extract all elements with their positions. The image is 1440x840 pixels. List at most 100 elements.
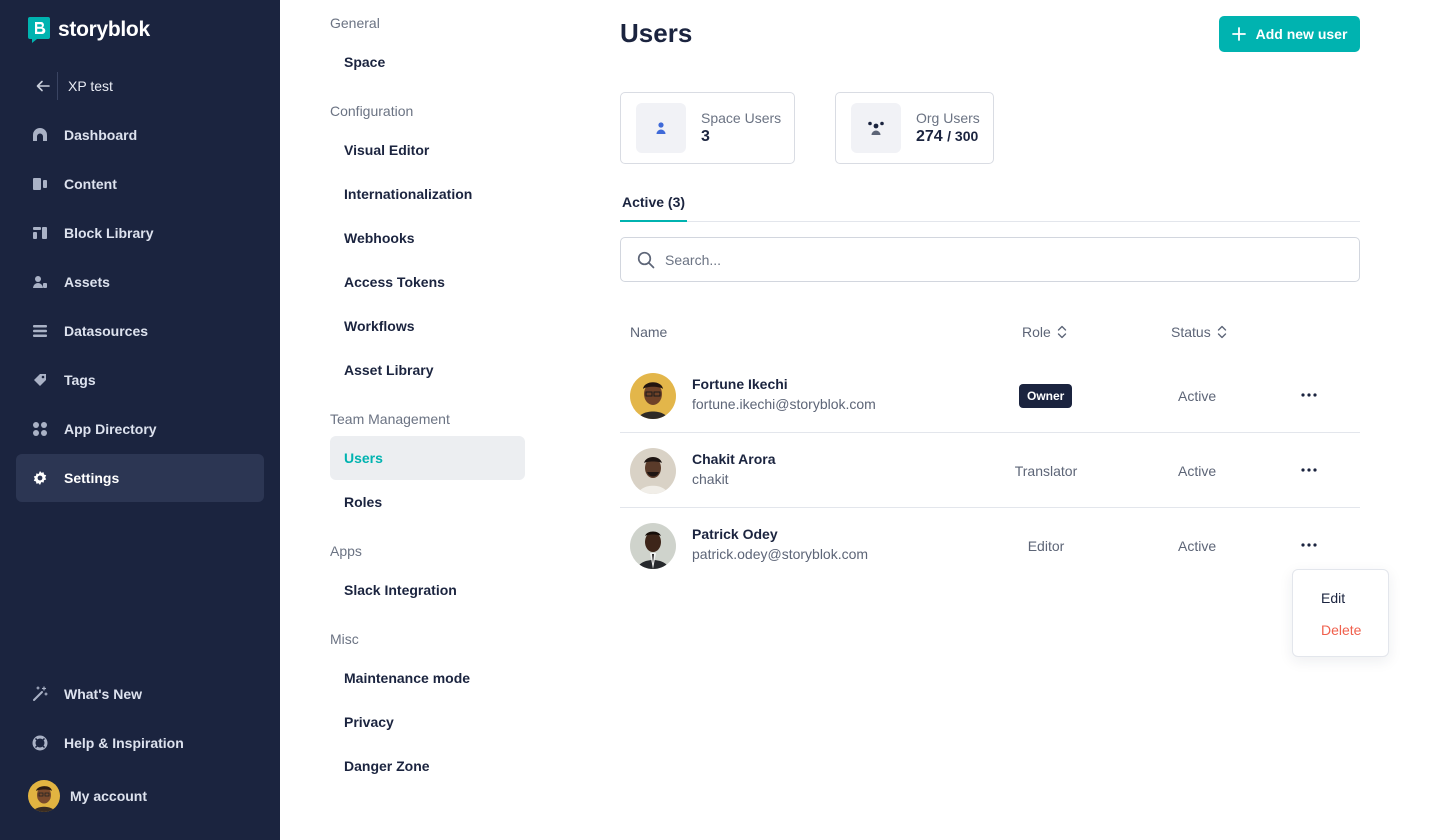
arrow-left-icon [36, 80, 50, 92]
org-users-count: 274 [916, 128, 943, 145]
column-header-status[interactable]: Status [1171, 324, 1227, 340]
user-status: Active [1178, 538, 1217, 554]
sidebar-item-label: App Directory [64, 421, 157, 437]
datasources-icon [32, 323, 48, 339]
settings-section-team-management: Team Management [330, 411, 450, 427]
page-title: Users [620, 18, 693, 48]
avatar [28, 780, 60, 812]
org-users-limit: / 300 [947, 128, 979, 144]
user-name: Patrick Odey [692, 526, 778, 542]
users-group-icon [851, 103, 901, 153]
column-header-role-label: Role [1022, 324, 1051, 340]
edit-menu-item[interactable]: Edit [1321, 590, 1345, 606]
plus-icon [1231, 27, 1246, 41]
row-actions-button[interactable] [1296, 382, 1322, 408]
user-status: Active [1178, 388, 1217, 404]
sidebar-item-datasources[interactable]: Datasources [16, 307, 264, 355]
user-icon [636, 103, 686, 153]
sidebar-item-label: Settings [64, 470, 120, 486]
settings-menu: General Space Configuration Visual Edito… [330, 0, 530, 840]
user-email: fortune.ikechi@storyblok.com [692, 396, 876, 412]
sidebar-item-whats-new[interactable]: What's New [16, 670, 264, 718]
settings-item-slack-integration[interactable]: Slack Integration [330, 568, 525, 612]
user-email: patrick.odey@storyblok.com [692, 546, 869, 562]
row-actions-menu: Edit Delete [1292, 569, 1389, 657]
sidebar-item-dashboard[interactable]: Dashboard [16, 111, 264, 159]
settings-item-roles[interactable]: Roles [330, 480, 525, 524]
brand-name: storyblok [58, 18, 150, 41]
sidebar-item-label: What's New [64, 686, 143, 702]
column-header-status-label: Status [1171, 324, 1211, 340]
sidebar-item-block-library[interactable]: Block Library [16, 209, 264, 257]
org-users-label: Org Users [916, 110, 980, 126]
sidebar-item-assets[interactable]: Assets [16, 258, 264, 306]
settings-item-asset-library[interactable]: Asset Library [330, 348, 525, 392]
user-status: Active [1178, 463, 1217, 479]
settings-item-privacy[interactable]: Privacy [330, 700, 525, 744]
sidebar-item-tags[interactable]: Tags [16, 356, 264, 404]
settings-item-webhooks[interactable]: Webhooks [330, 216, 525, 260]
magic-wand-icon [32, 686, 48, 702]
column-header-name-label: Name [630, 324, 668, 340]
sidebar-item-settings[interactable]: Settings [16, 454, 264, 502]
storyblok-logo[interactable]: storyblok [28, 17, 150, 43]
avatar [630, 373, 676, 419]
lifebuoy-icon [32, 735, 48, 751]
settings-item-access-tokens[interactable]: Access Tokens [330, 260, 525, 304]
dashboard-icon [32, 127, 48, 143]
column-header-name: Name [630, 324, 667, 340]
space-users-card: Space Users 3 [620, 92, 795, 164]
settings-section-configuration: Configuration [330, 103, 414, 119]
space-name: XP test [68, 78, 113, 94]
space-users-label: Space Users [701, 110, 782, 126]
search-box [620, 237, 1360, 282]
sidebar-item-label: Help & Inspiration [64, 735, 184, 751]
settings-item-workflows[interactable]: Workflows [330, 304, 525, 348]
avatar [630, 448, 676, 494]
settings-item-internationalization[interactable]: Internationalization [330, 172, 525, 216]
settings-section-misc: Misc [330, 631, 359, 647]
app-directory-icon [32, 421, 48, 437]
sidebar: storyblok XP test Dashboard Content Bloc… [0, 0, 280, 840]
search-input[interactable] [665, 251, 1345, 268]
sidebar-item-content[interactable]: Content [16, 160, 264, 208]
user-name: Fortune Ikechi [692, 376, 788, 392]
storyblok-logo-icon [28, 17, 50, 43]
user-role: Translator [1014, 463, 1078, 479]
row-actions-button[interactable] [1296, 457, 1322, 483]
space-users-value: 3 [701, 128, 710, 145]
back-button[interactable] [28, 72, 58, 100]
search-icon [637, 251, 655, 268]
sort-icon [1057, 325, 1066, 339]
sort-icon [1217, 325, 1226, 339]
sidebar-item-app-directory[interactable]: App Directory [16, 405, 264, 453]
tags-icon [32, 372, 48, 388]
org-users-card: Org Users 274 / 300 [835, 92, 994, 164]
settings-item-danger-zone[interactable]: Danger Zone [330, 744, 525, 788]
table-row[interactable]: Fortune Ikechi fortune.ikechi@storyblok.… [620, 358, 1360, 433]
column-header-role[interactable]: Role [1022, 324, 1067, 340]
settings-section-general: General [330, 15, 380, 31]
settings-section-apps: Apps [330, 543, 362, 559]
settings-item-visual-editor[interactable]: Visual Editor [330, 128, 525, 172]
tab-active[interactable]: Active (3) [620, 188, 688, 222]
user-tabs: Active (3) [620, 188, 1360, 222]
add-new-user-button[interactable]: Add new user [1219, 16, 1360, 52]
settings-item-space[interactable]: Space [330, 40, 525, 84]
my-account-button[interactable]: My account [28, 780, 147, 812]
table-row[interactable]: Chakit Arora chakit Translator Active [620, 433, 1360, 508]
settings-item-users[interactable]: Users [330, 436, 525, 480]
sidebar-item-label: Content [64, 176, 117, 192]
my-account-label: My account [70, 788, 148, 804]
more-horizontal-icon [1301, 393, 1317, 397]
sidebar-item-label: Datasources [64, 323, 149, 339]
settings-item-maintenance-mode[interactable]: Maintenance mode [330, 656, 525, 700]
delete-menu-item[interactable]: Delete [1321, 622, 1361, 638]
row-actions-button[interactable] [1296, 532, 1322, 558]
sidebar-item-help[interactable]: Help & Inspiration [16, 719, 264, 767]
table-row[interactable]: Patrick Odey patrick.odey@storyblok.com … [620, 508, 1360, 583]
assets-icon [32, 274, 48, 290]
users-page: Users Add new user Space Users 3 Org Use… [620, 0, 1360, 840]
more-horizontal-icon [1301, 543, 1317, 547]
more-horizontal-icon [1301, 468, 1317, 472]
